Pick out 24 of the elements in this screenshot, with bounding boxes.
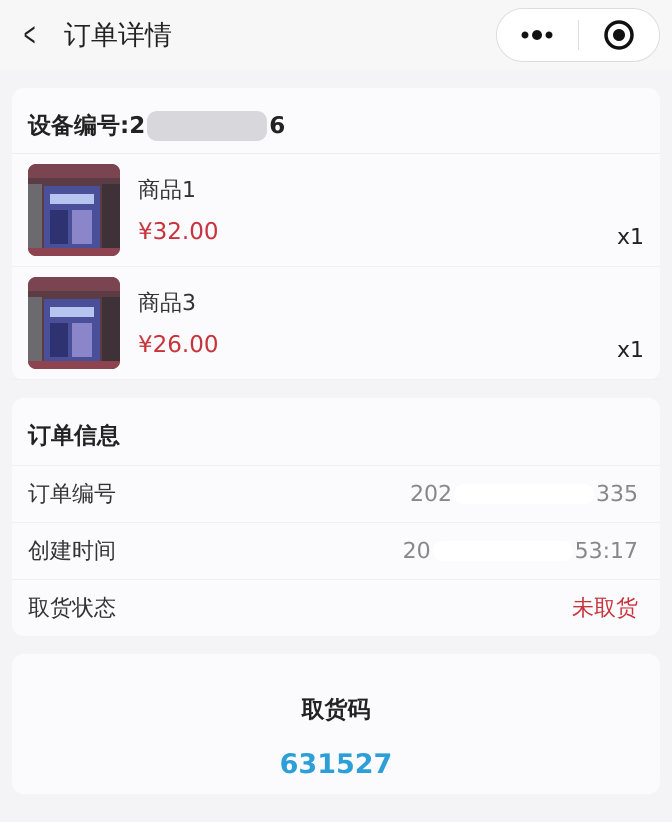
- section-title: 订单信息: [26, 422, 121, 451]
- field-label: 订单编号: [28, 481, 116, 509]
- pickup-code: 631527: [280, 749, 392, 780]
- product-price: ¥32.00: [138, 219, 220, 245]
- more-icon[interactable]: [520, 30, 554, 40]
- field-value: 335: [596, 482, 638, 506]
- field-value: 未取货: [572, 595, 638, 623]
- field-label: 取货状态: [28, 595, 116, 623]
- pickup-code-label: 取货码: [302, 696, 370, 725]
- device-number: 2: [129, 112, 146, 138]
- device-number: 6: [269, 112, 286, 138]
- close-icon[interactable]: [602, 19, 635, 51]
- field-value: 202: [410, 482, 452, 506]
- product-price: ¥26.00: [138, 332, 220, 358]
- product-name: 商品1: [138, 177, 197, 205]
- field-value: 20: [402, 538, 431, 564]
- product-name: 商品3: [138, 290, 197, 318]
- product-quantity: x1: [616, 225, 644, 252]
- device-label: 设备编号:: [28, 112, 130, 141]
- field-label: 创建时间: [28, 538, 116, 566]
- page-title: 订单详情: [64, 19, 173, 53]
- back-button[interactable]: <: [24, 16, 40, 54]
- product-quantity: x1: [616, 338, 644, 365]
- field-value: 53:17: [574, 538, 638, 564]
